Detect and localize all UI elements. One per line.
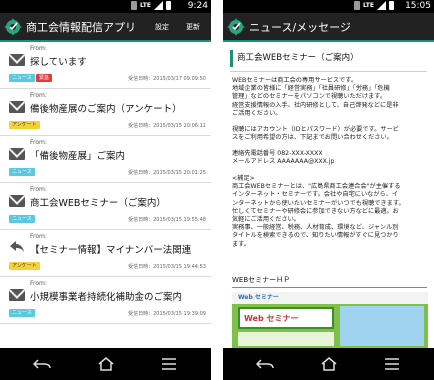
news-badge: ニュース (9, 309, 35, 317)
web-seminar-hp-heading: WEBセミナーＨＰ (232, 276, 291, 284)
message-item[interactable]: From: 商工会WEBセミナー（ご案内） ニュース 受信日時：2015/03/… (0, 183, 211, 230)
menu-icon[interactable] (383, 356, 401, 372)
clock: 15:05 (405, 1, 431, 11)
text-line: スをご利用希望の方は、下記までお問い合わせください。 (232, 134, 393, 142)
text-line: 気軽にご活用ください。 (232, 216, 300, 224)
web-logo: Web セミナー (238, 294, 279, 301)
text-line: タイトルを検索できるので、知りたい情報がすぐに見つかり (232, 232, 399, 240)
urgent-badge: 緊急 (36, 74, 53, 82)
home-icon[interactable] (97, 356, 115, 372)
sim-icon (130, 1, 137, 10)
refresh-button[interactable]: 更新 (186, 13, 200, 42)
back-icon[interactable] (33, 356, 51, 372)
web-banner-text: Web セミナー (244, 314, 299, 323)
account-paragraph: 視聴にはアカウント（IDとパスワード）が必要です。サービ スをご利用希望の方は、… (232, 126, 430, 142)
settings-button[interactable]: 設定 (155, 13, 169, 42)
divider (232, 287, 427, 288)
message-subject: 備後物産展のご案内（アンケート） (30, 104, 182, 115)
survey-badge: アンケート (9, 121, 40, 129)
text-line: <補足> (232, 175, 255, 182)
contact-info: 連絡先電話番号 082-XXX-XXXX メールアドレス AAAAAAA@XXX… (232, 150, 430, 166)
navigation-bar (0, 348, 211, 380)
message-subject: 探しています (30, 57, 87, 68)
contact-email[interactable]: メールアドレス AAAAAAA@XXX.jp (232, 158, 430, 166)
text-line: ンターネットから使いたいセミナーがいつでも視聴できます。 (232, 199, 405, 207)
left-screen: LTE 9:24 商工会情報配信アプリ 設定 更新 From: 探しています ニ… (0, 0, 211, 380)
survey-badge: アンケート (9, 262, 40, 270)
text-line: 忙しくてセミナーや研修会に参加できない方などに最適。お (232, 207, 399, 215)
from-label: From: (30, 280, 47, 287)
sim-icon (353, 1, 360, 10)
received-date: 受信日時：2015/03/17 09:09:50 (128, 76, 206, 82)
news-badge: ニュース (9, 168, 35, 176)
text-line: WEBセミナーは商工会の専用サービスです。 (232, 77, 358, 84)
app-logo-icon (4, 18, 22, 36)
divider (230, 71, 427, 72)
envelope-icon (9, 54, 25, 66)
from-label: From: (30, 45, 47, 52)
from-label: From: (30, 139, 47, 146)
message-detail: 商工会WEBセミナー（ご案内） WEBセミナーは商工会の専用サービスです。 地域… (223, 42, 434, 348)
envelope-icon (9, 148, 25, 160)
signal-icon (154, 1, 163, 10)
text-line: インターネット・セミナーです。会社や自宅にいながら、イ (232, 191, 399, 199)
web-banner: Web セミナー (238, 307, 334, 329)
clock: 9:24 (187, 1, 208, 11)
menu-icon[interactable] (160, 356, 178, 372)
right-screen: LTE 15:05 ニュース/メッセージ 商工会WEBセミナー（ご案内） WEB… (223, 0, 434, 380)
status-bar: LTE 15:05 (223, 0, 434, 13)
supplement-paragraph: <補足> 商工会WEBセミナーとは、"広島県商工会連合会"が主催する インターネ… (232, 175, 430, 249)
message-item[interactable]: From: 小規模事業者持続化補助金のご案内 ニュース 受信日時：2015/03… (0, 277, 211, 324)
envelope-icon (9, 195, 25, 207)
web-illustration (340, 306, 424, 346)
reply-icon (10, 241, 24, 252)
message-item[interactable]: From: 探しています ニュース 緊急 受信日時：2015/03/17 09:… (0, 42, 211, 89)
message-subject: 「備後物産展」ご案内 (30, 151, 126, 162)
web-content-box (238, 332, 334, 346)
navigation-bar (223, 348, 434, 380)
battery-icon (166, 1, 171, 10)
text-line: 管理」などのセミナーをパソコンで視聴いただけます。 (232, 93, 387, 101)
message-list: From: 探しています ニュース 緊急 受信日時：2015/03/17 09:… (0, 42, 211, 348)
message-subject: 小規模事業者持続化補助金のご案内 (30, 292, 183, 303)
envelope-icon (9, 101, 25, 113)
action-bar: ニュース/メッセージ (223, 13, 434, 42)
home-icon[interactable] (320, 356, 338, 372)
web-header: Web セミナー (232, 292, 428, 304)
from-label: From: (30, 92, 47, 99)
app-logo-icon[interactable] (227, 18, 245, 36)
text-line: 経営支援情報の入手、社内研修として、自己啓発などに是非 (232, 101, 399, 109)
contact-phone: 連絡先電話番号 082-XXX-XXXX (232, 150, 323, 157)
received-date: 受信日時：2015/03/15 19:44:53 (128, 264, 206, 270)
news-badge: ニュース (9, 74, 35, 82)
message-item[interactable]: From: 備後物産展のご案内（アンケート） アンケート 受信日時：2015/0… (0, 89, 211, 136)
battery-icon (389, 1, 394, 10)
envelope-icon (9, 289, 25, 301)
app-title: 商工会情報配信アプリ (26, 21, 136, 34)
text-line: ます。 (232, 240, 250, 248)
back-icon[interactable] (256, 356, 274, 372)
message-title: 商工会WEBセミナー（ご案内） (230, 50, 425, 67)
message-subject: 【セミナー情報】マイナンバー法関連 (30, 245, 192, 256)
status-bar: LTE 9:24 (0, 0, 211, 13)
received-date: 受信日時：2015/03/15 20:01:25 (128, 170, 206, 176)
message-item[interactable]: From: 「備後物産展」ご案内 ニュース 受信日時：2015/03/15 20… (0, 136, 211, 183)
news-badge: ニュース (9, 215, 35, 223)
network-type: LTE (139, 2, 151, 9)
received-date: 受信日時：2015/03/15 20:06:11 (128, 123, 206, 129)
received-date: 受信日時：2015/03/15 19:55:48 (128, 217, 206, 223)
action-bar: 商工会情報配信アプリ 設定 更新 (0, 13, 211, 42)
message-subject: 商工会WEBセミナー（ご案内） (30, 198, 166, 209)
intro-paragraph: WEBセミナーは商工会の専用サービスです。 地域企業の皆様に「経営実務」「社員研… (232, 77, 430, 118)
from-label: From: (30, 186, 47, 193)
text-line: 視聴にはアカウント（IDとパスワード）が必要です。サービ (232, 126, 399, 133)
received-date: 受信日時：2015/03/15 19:39:09 (128, 311, 206, 317)
message-item[interactable]: From: 【セミナー情報】マイナンバー法関連 アンケート 受信日時：2015/… (0, 230, 211, 277)
network-type: LTE (362, 2, 374, 9)
signal-icon (377, 1, 386, 10)
text-line: ご活用ください。 (232, 109, 282, 117)
web-seminar-screenshot[interactable]: Web セミナー Web セミナー (232, 292, 428, 348)
from-label: From: (30, 233, 47, 240)
screen-title: ニュース/メッセージ (249, 21, 351, 34)
